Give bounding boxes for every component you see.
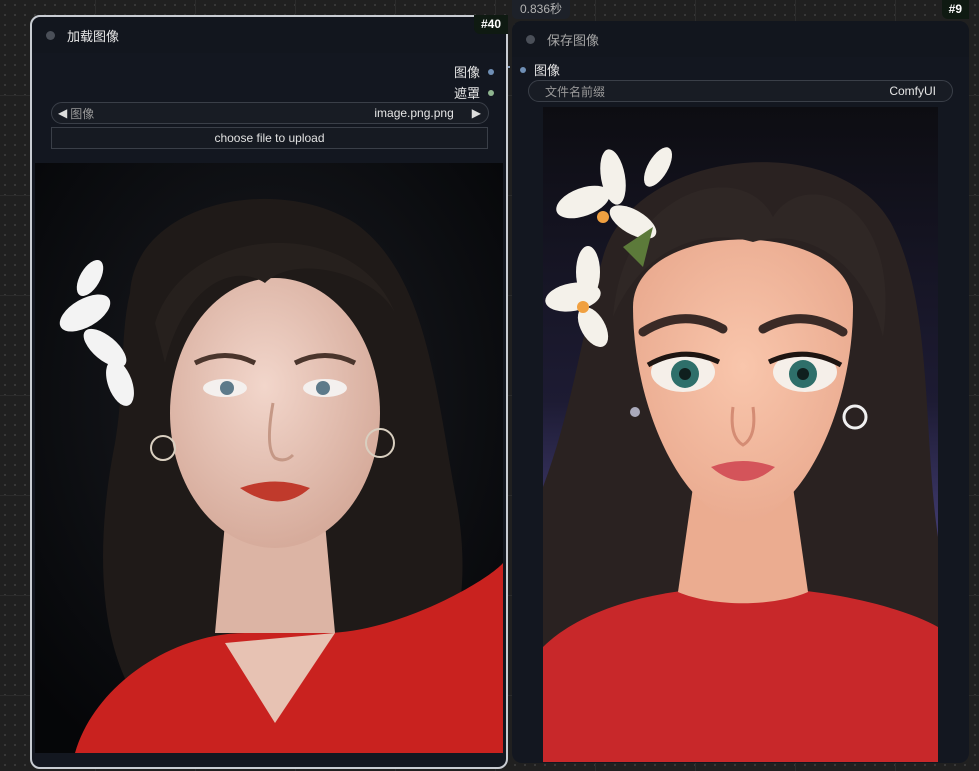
widget-value: image.png.png [374, 106, 454, 120]
preview-image [35, 163, 503, 753]
photo-portrait [35, 163, 503, 753]
node-title-bar[interactable]: 加载图像 [32, 17, 506, 53]
cartoon-portrait [543, 107, 938, 762]
image-select-widget[interactable]: ◀ 图像 image.png.png ▶ [51, 102, 489, 124]
output-dot-icon[interactable] [488, 89, 494, 96]
input-label-image: 图像 [534, 63, 561, 78]
input-slot-image[interactable]: 图像 [520, 60, 560, 79]
save-image-node[interactable]: 保存图像 #9 图像 文件名前缀 ComfyUI [512, 0, 969, 763]
node-id-badge: #40 [473, 15, 508, 34]
output-slot-mask[interactable]: 遮罩 [454, 83, 494, 102]
input-dot-icon[interactable] [520, 66, 526, 73]
node-title: 加载图像 [67, 28, 120, 44]
output-dot-icon[interactable] [488, 68, 494, 75]
execution-time-badge: 0.836秒 [512, 0, 571, 19]
node-title-bar[interactable]: 保存图像 [512, 21, 969, 57]
widget-label: 文件名前缀 [545, 84, 606, 99]
collapse-dot-icon[interactable] [46, 30, 55, 40]
collapse-dot-icon[interactable] [526, 34, 535, 44]
output-label-mask: 遮罩 [453, 86, 480, 101]
output-slot-image[interactable]: 图像 [454, 62, 494, 81]
widget-value: ComfyUI [889, 84, 936, 98]
load-image-node[interactable]: 加载图像 #40 图像 遮罩 ◀ 图像 image.png.png ▶ choo… [30, 15, 508, 769]
choose-file-button[interactable]: choose file to upload [51, 127, 488, 149]
filename-prefix-widget[interactable]: 文件名前缀 ComfyUI [528, 80, 953, 102]
next-arrow-icon[interactable]: ▶ [472, 106, 481, 120]
widget-label: 图像 [70, 106, 95, 121]
node-id-badge: #9 [941, 0, 969, 19]
prev-arrow-icon[interactable]: ◀ [58, 106, 67, 120]
preview-image [543, 107, 938, 762]
output-label-image: 图像 [453, 65, 480, 80]
node-title: 保存图像 [547, 32, 600, 48]
